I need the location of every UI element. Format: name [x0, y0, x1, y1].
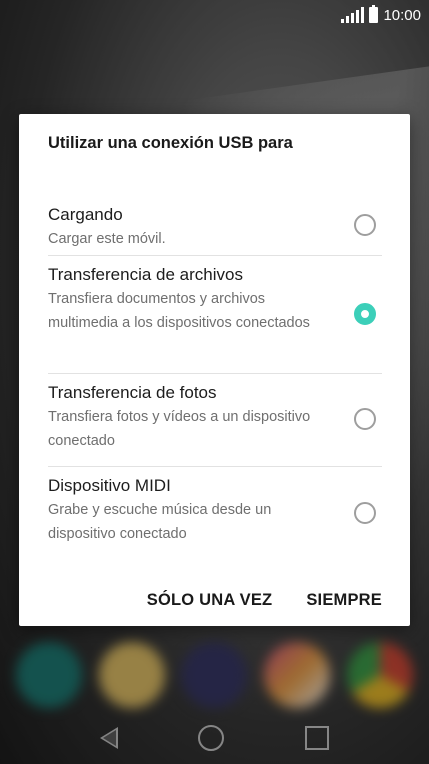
option-charging[interactable]: Cargando Cargar este móvil.: [48, 196, 382, 256]
radio-button[interactable]: [354, 408, 376, 430]
battery-icon: [369, 5, 379, 23]
recents-icon[interactable]: [304, 726, 329, 750]
radio-button[interactable]: [354, 501, 376, 524]
option-description: Grabe y escuche música desde un disposit…: [48, 502, 272, 542]
option-description: Cargar este móvil.: [48, 231, 166, 247]
option-title: Transferencia de fotos: [48, 383, 217, 402]
option-midi[interactable]: Dispositivo MIDI Grabe y escuche música …: [48, 467, 382, 560]
option-title: Dispositivo MIDI: [48, 476, 171, 495]
navigation-bar: [0, 712, 429, 764]
home-icon[interactable]: [198, 725, 225, 751]
just-once-button[interactable]: SÓLO UNA VEZ: [147, 591, 273, 610]
option-description: Transfiera documentos y archivos multime…: [48, 291, 310, 331]
option-file-transfer[interactable]: Transferencia de archivos Transfiera doc…: [48, 256, 382, 374]
signal-icon: [341, 7, 365, 23]
option-description: Transfiera fotos y vídeos a un dispositi…: [48, 409, 311, 449]
always-button[interactable]: SIEMPRE: [306, 591, 382, 610]
option-photo-transfer[interactable]: Transferencia de fotos Transfiera fotos …: [48, 374, 382, 467]
status-time: 10:00: [383, 6, 421, 24]
usb-options-list: Cargando Cargar este móvil. Transferenci…: [48, 196, 382, 560]
option-title: Cargando: [48, 205, 123, 224]
usb-connection-dialog: Utilizar una conexión USB para Cargando …: [19, 114, 410, 626]
status-bar: 10:00: [0, 0, 429, 30]
back-icon[interactable]: [100, 727, 119, 749]
radio-button[interactable]: [354, 213, 376, 236]
home-screen-background: 10:00 Utilizar una conexión USB para Car…: [0, 0, 429, 764]
radio-button-selected[interactable]: [354, 302, 376, 325]
dialog-actions: SÓLO UNA VEZ SIEMPRE: [147, 591, 382, 610]
dialog-title: Utilizar una conexión USB para: [48, 134, 293, 152]
option-title: Transferencia de archivos: [48, 265, 243, 284]
